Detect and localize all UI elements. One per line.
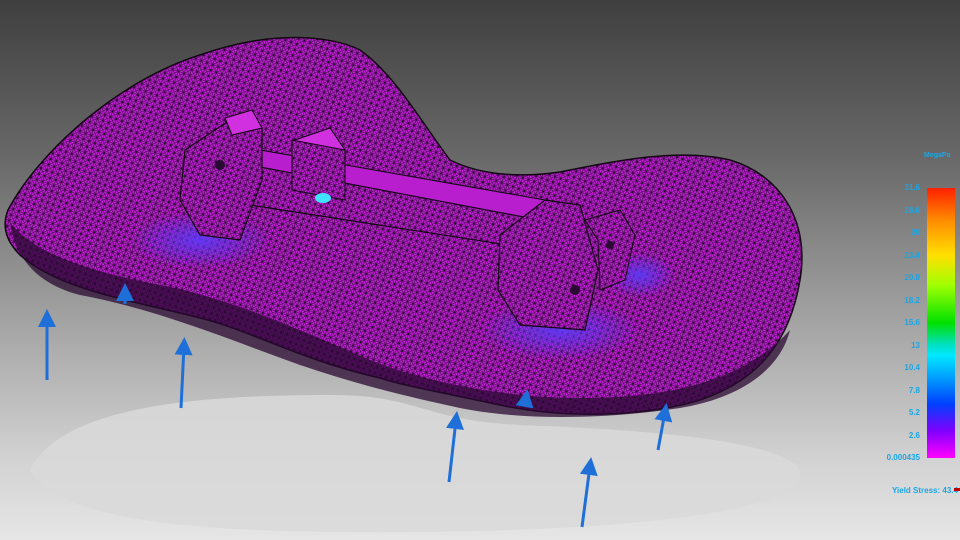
- legend-tick-label: 18.2: [904, 295, 920, 305]
- ground-shadow: [30, 395, 801, 533]
- yield-stress-label: Yield Stress: 43.4: [892, 486, 958, 495]
- legend-tick-label: 20.8: [904, 273, 920, 282]
- bolt-hole-right-2: [606, 241, 614, 249]
- fea-3d-viewport[interactable]: [0, 0, 960, 540]
- bolt-hole-right: [570, 285, 580, 295]
- bolt-hole-left: [215, 160, 225, 170]
- load-arrow: [515, 389, 534, 409]
- peak-stress-point[interactable]: [315, 193, 331, 203]
- legend-tick-label: 23.4: [904, 250, 920, 260]
- legend-tick-label: 5.2: [908, 408, 920, 417]
- legend-unit-label: MegaPa: [924, 152, 951, 159]
- legend-tick-label: 28.6: [904, 205, 920, 215]
- legend-tick-label: 2.6: [908, 430, 920, 440]
- legend-tick-label: 7.8: [908, 385, 920, 395]
- legend-tick-label: 10.4: [904, 363, 920, 372]
- legend-tick-label: 13: [911, 340, 920, 350]
- stress-colorbar: [927, 188, 955, 458]
- yield-stress-marker: [954, 488, 960, 491]
- left-bracket-block: [291, 139, 346, 201]
- legend-tick-label: 0.000435: [886, 453, 920, 462]
- legend-tick-label: 15.6: [904, 318, 920, 327]
- load-arrow: [174, 337, 193, 409]
- legend-tick-label: 26: [911, 228, 920, 237]
- legend-tick-label: 31.6: [904, 183, 920, 192]
